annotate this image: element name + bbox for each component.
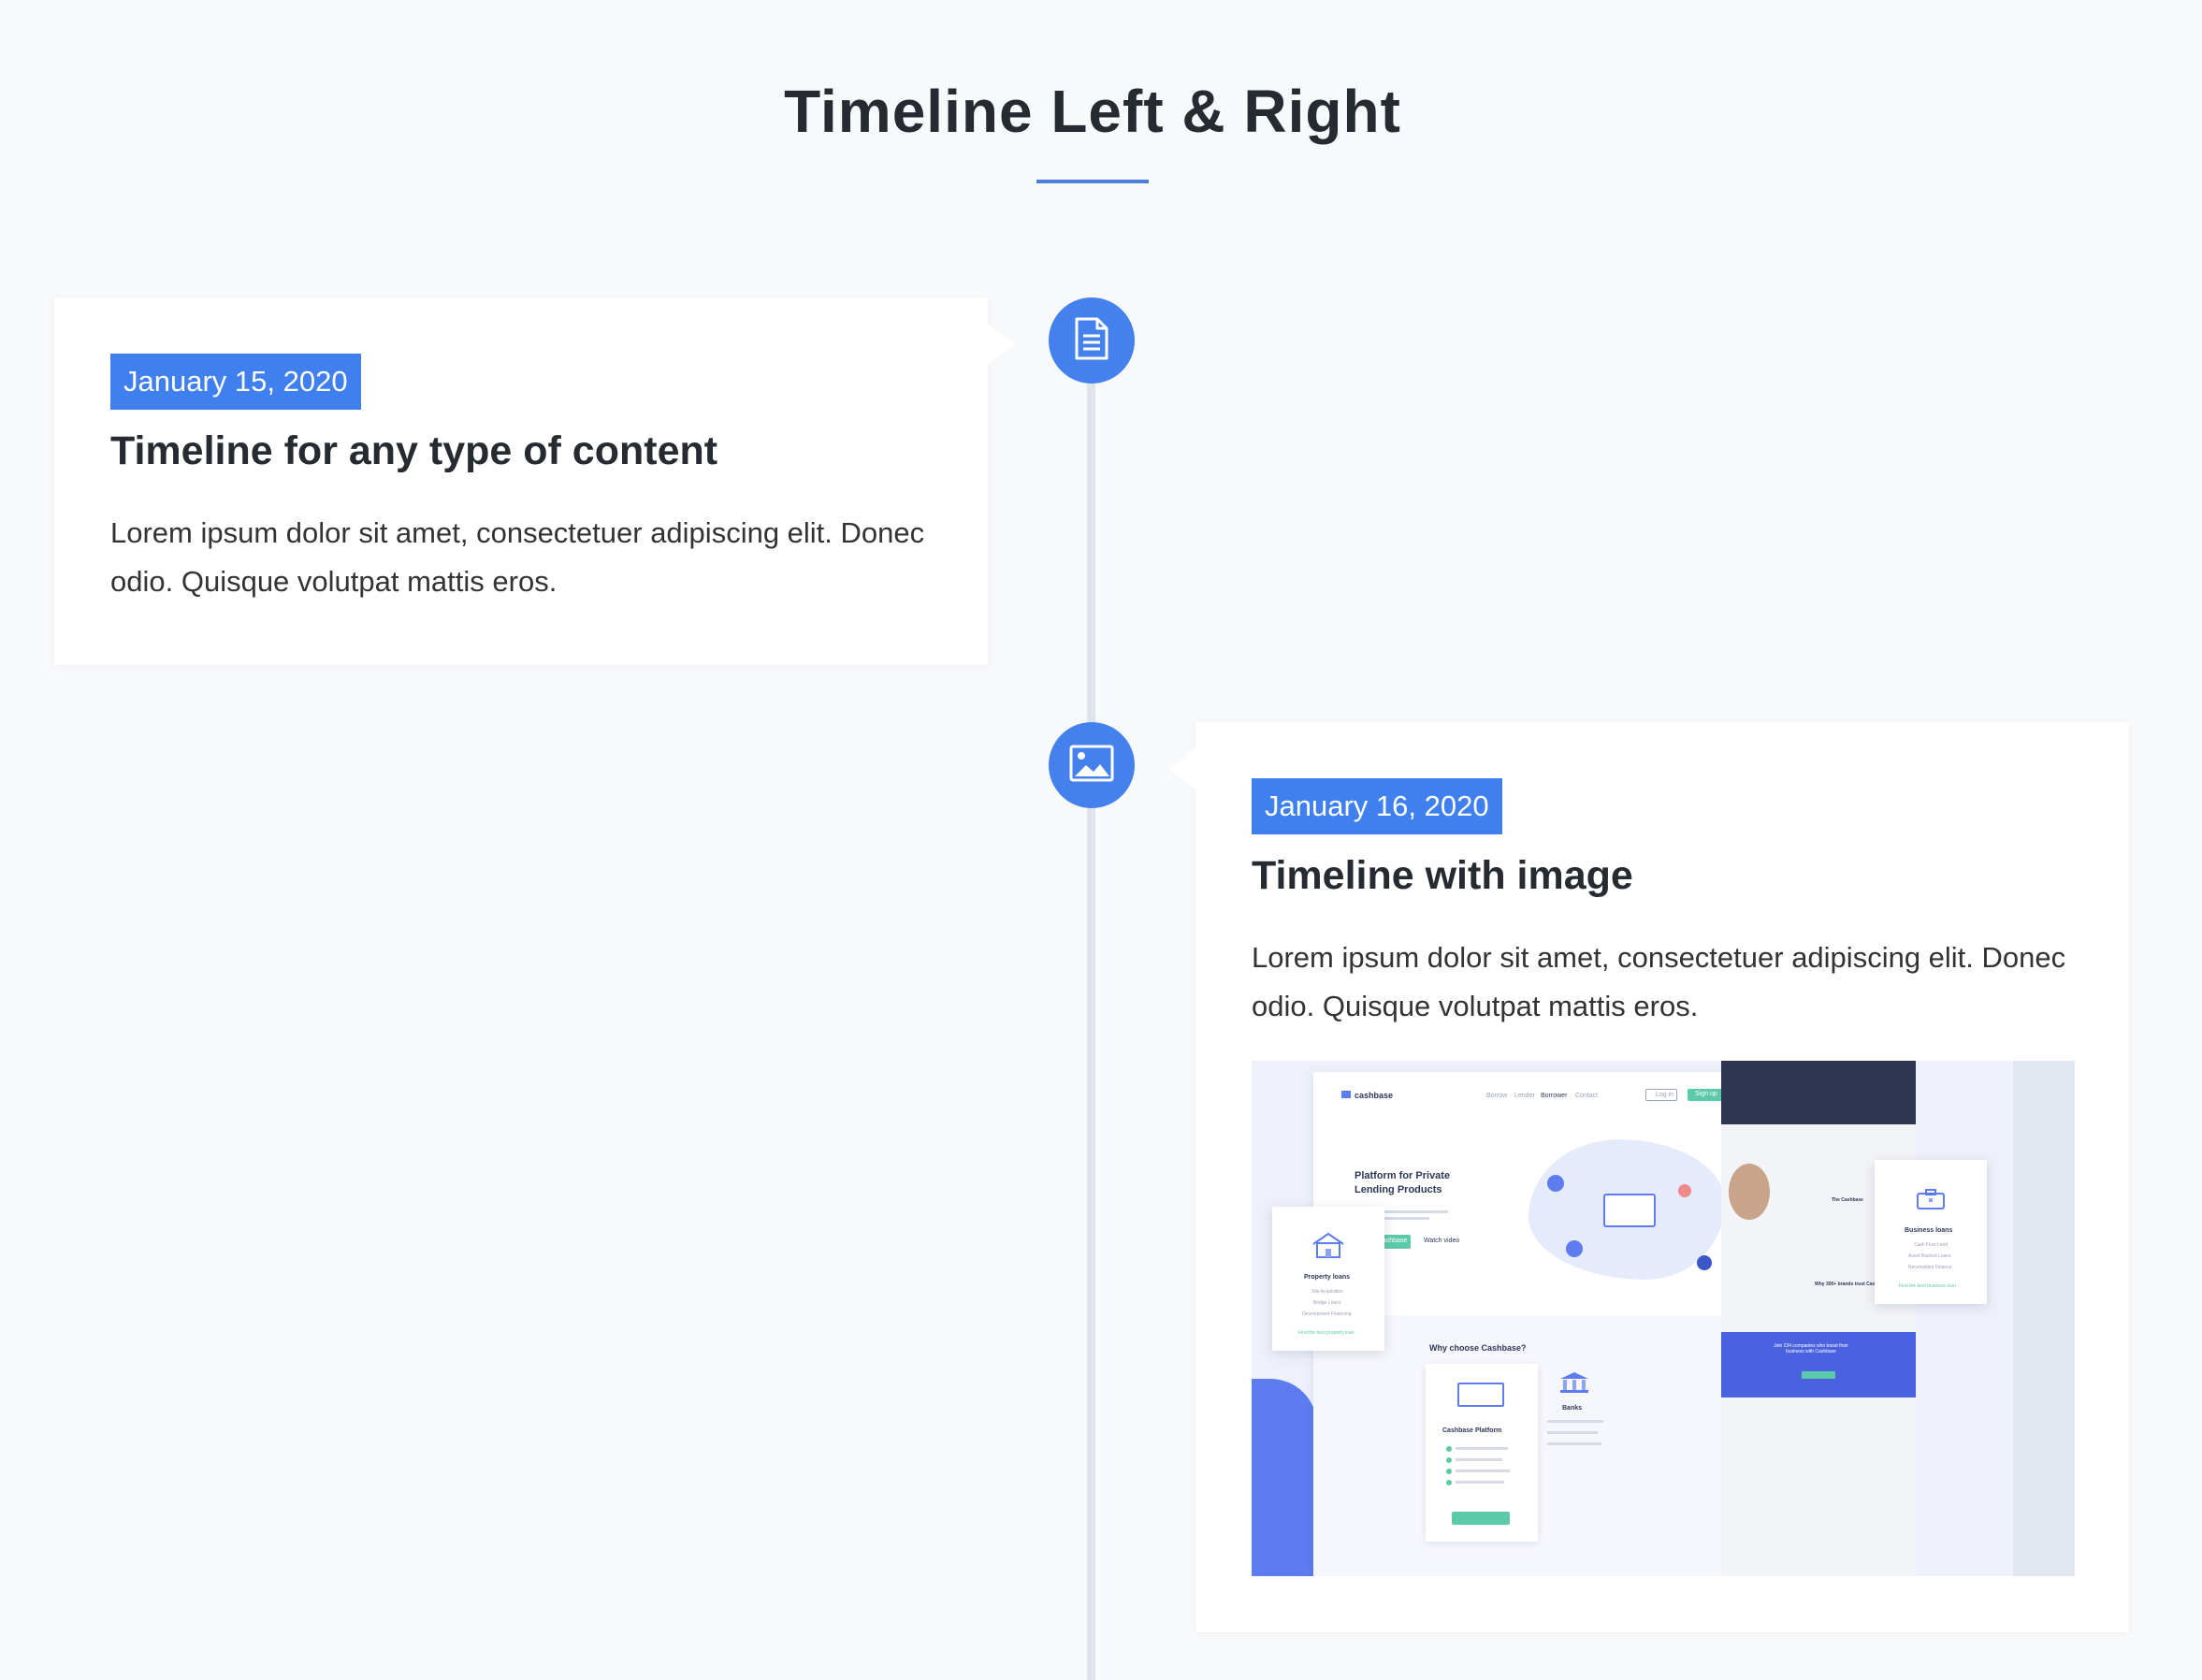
- preview-brand: cashbase: [1355, 1091, 1394, 1100]
- preview-nav-item: Borrower: [1541, 1093, 1568, 1099]
- decor-shape: [1252, 1379, 1317, 1576]
- card-title: Timeline for any type of content: [110, 428, 718, 473]
- document-icon: [1073, 317, 1110, 365]
- preview-watch-link: Watch video: [1424, 1238, 1460, 1244]
- timeline-card-1: January 15, 2020 Timeline for any type o…: [54, 297, 1014, 665]
- preview-dark-header: [1721, 1061, 1916, 1124]
- card-body: Lorem ipsum dolor sit amet, consectetuer…: [1252, 941, 2066, 1022]
- card-title: Timeline with image: [1252, 853, 1633, 898]
- preview-business-card: Business loans Cash Flow Lend Asset Back…: [1875, 1160, 1987, 1304]
- preview-login-button: Log in: [1645, 1089, 1677, 1101]
- page-title: Timeline Left & Right: [784, 78, 1401, 145]
- preview-banks-title: Banks: [1562, 1405, 1583, 1412]
- house-icon: [1308, 1231, 1349, 1259]
- timeline-node-2: [1049, 722, 1135, 808]
- preview-cta-band: Join 234 companies who boost their busin…: [1721, 1332, 1916, 1398]
- website-preview-image: cashbase Borrow Lender Borrower Contact …: [1252, 1061, 2075, 1576]
- timeline-card-2: January 16, 2020 Timeline with image Lor…: [1169, 722, 2129, 1632]
- timeline-node-1: [1049, 297, 1135, 384]
- preview-nav-item: Lender: [1514, 1093, 1535, 1099]
- timeline-line: [1087, 337, 1095, 1680]
- preview-nav-item: Contact: [1575, 1093, 1599, 1099]
- brand-logo-icon: [1341, 1091, 1351, 1098]
- preview-hero-heading: Platform for Private Lending Products: [1355, 1170, 1451, 1195]
- preview-property-card: Property loans Site Acquisition Bridge L…: [1272, 1207, 1384, 1351]
- title-underline: [1036, 180, 1149, 183]
- bank-icon: [1558, 1371, 1590, 1394]
- preview-nav-item: Borrow: [1486, 1093, 1508, 1099]
- preview-signup-button: Sign up: [1688, 1089, 1723, 1101]
- briefcase-icon: [1916, 1188, 1946, 1210]
- preview-platform-card: Cashbase Platform: [1426, 1364, 1538, 1542]
- card-body: Lorem ipsum dolor sit amet, consectetuer…: [110, 516, 925, 598]
- date-badge: January 15, 2020: [110, 354, 361, 410]
- image-icon: [1069, 745, 1114, 787]
- person-photo: [1729, 1164, 1770, 1220]
- date-badge: January 16, 2020: [1252, 778, 1502, 834]
- preview-why-heading: Why choose Cashbase?: [1429, 1343, 1527, 1353]
- preview-the-cashbase: The Cashbase: [1832, 1197, 1863, 1203]
